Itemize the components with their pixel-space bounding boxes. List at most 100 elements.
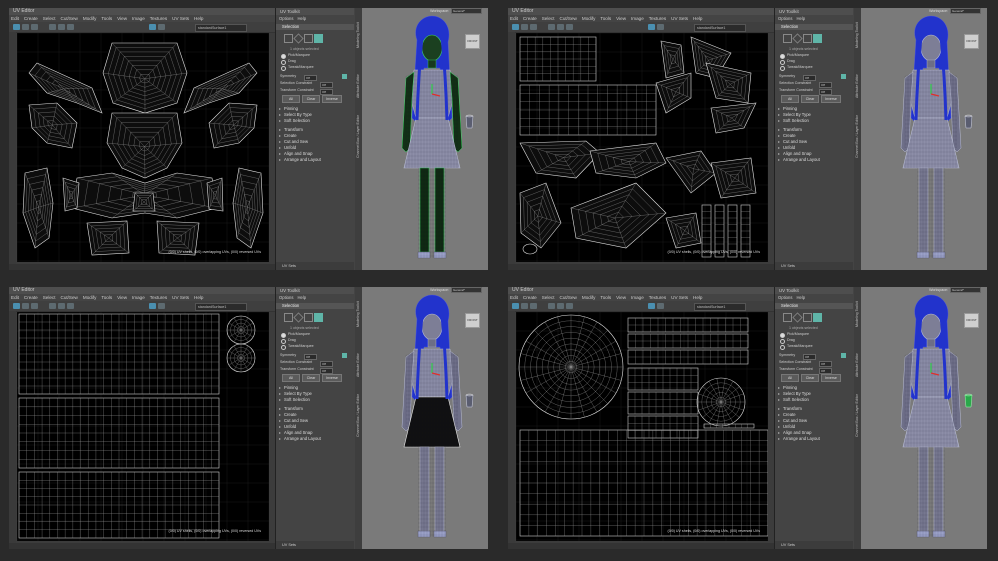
tweak-marquee-radio[interactable]: Tweak/Marquee — [276, 64, 354, 71]
3d-viewport[interactable]: Workspace: General* FRONT — [362, 287, 488, 549]
clear-selection-button[interactable]: Clear — [302, 374, 320, 382]
uv-toolbar-button[interactable] — [31, 24, 38, 30]
transform-constraint-row[interactable]: Transform Constraint Off — [775, 87, 853, 95]
uv-toolbar-button[interactable] — [31, 303, 38, 309]
uv-toolbar-button[interactable] — [22, 303, 29, 309]
uv-menu-item[interactable]: Help — [693, 16, 702, 21]
uv-menu-item[interactable]: Textures — [150, 295, 167, 300]
uv-viewport[interactable]: (0/0) UV shells, (0/0) overlapping UVs, … — [516, 312, 768, 541]
clear-selection-button[interactable]: Clear — [302, 95, 320, 103]
texture-dropdown[interactable]: standardSurface1 — [195, 303, 247, 311]
symmetry-row[interactable]: Symmetry Off — [276, 73, 354, 81]
uv-menu-item[interactable]: Create — [24, 295, 38, 300]
toolkit-menu-item[interactable]: Help — [796, 295, 805, 300]
uv-toolbar-button[interactable] — [149, 24, 156, 30]
toolkit-section-soft-selection[interactable]: Soft Selection — [775, 397, 853, 403]
uv-shell-mode-icon[interactable] — [314, 34, 323, 43]
uv-toolbar-button[interactable] — [557, 24, 564, 30]
uv-menu-item[interactable]: Edit — [510, 295, 518, 300]
texture-dropdown[interactable]: standardSurface1 — [195, 24, 247, 32]
uv-menu-item[interactable]: Modify — [83, 295, 97, 300]
uv-menu-item[interactable]: UV Sets — [671, 295, 688, 300]
uv-menu-item[interactable]: Image — [631, 16, 644, 21]
face-mode-icon[interactable] — [304, 313, 313, 322]
uv-toolbar-button[interactable] — [530, 24, 537, 30]
edge-mode-icon[interactable] — [293, 33, 304, 44]
transform-constraint-row[interactable]: Transform Constraint Off — [276, 87, 354, 95]
uv-menu-item[interactable]: UV Sets — [671, 16, 688, 21]
toolkit-menu-item[interactable]: Options — [279, 16, 293, 21]
toolkit-section-arrange-and-layout[interactable]: Arrange and Layout — [775, 157, 853, 163]
inverse-selection-button[interactable]: Inverse — [322, 95, 342, 103]
toolkit-menu-item[interactable]: Options — [279, 295, 293, 300]
selection-constraint-row[interactable]: Selection Constraint Off — [775, 80, 853, 88]
uv-sets-footer[interactable]: UV Sets — [276, 262, 354, 270]
inverse-selection-button[interactable]: Inverse — [821, 374, 841, 382]
uv-toolbar-button[interactable] — [657, 303, 664, 309]
side-tab[interactable]: Channel Box / Layer Editor — [356, 394, 360, 437]
vertex-mode-icon[interactable] — [284, 34, 293, 43]
uv-toolbar-button[interactable] — [149, 303, 156, 309]
uv-toolbar-button[interactable] — [58, 303, 65, 309]
uv-sets-footer[interactable]: UV Sets — [775, 262, 853, 270]
inverse-selection-button[interactable]: Inverse — [322, 374, 342, 382]
uv-menu-item[interactable]: Select — [43, 16, 56, 21]
toolkit-section-soft-selection[interactable]: Soft Selection — [276, 397, 354, 403]
uv-menu-item[interactable]: Select — [542, 16, 555, 21]
tweak-marquee-radio[interactable]: Tweak/Marquee — [276, 343, 354, 350]
uv-toolbar-button[interactable] — [648, 303, 655, 309]
uv-menu-item[interactable]: Create — [523, 295, 537, 300]
uv-sets-footer[interactable]: UV Sets — [276, 541, 354, 549]
uv-toolbar-button[interactable] — [648, 24, 655, 30]
uv-menu-item[interactable]: Create — [24, 16, 38, 21]
uv-menu-item[interactable]: View — [616, 295, 626, 300]
select-all-button[interactable]: All — [781, 374, 799, 382]
uv-viewport[interactable]: (0/0) UV shells, (0/0) overlapping UVs, … — [17, 33, 269, 262]
uv-menu-item[interactable]: Tools — [101, 16, 112, 21]
uv-menu-item[interactable]: Tools — [101, 295, 112, 300]
transform-constraint-row[interactable]: Transform Constraint Off — [276, 366, 354, 374]
uv-toolbar-button[interactable] — [566, 303, 573, 309]
uv-toolbar-button[interactable] — [530, 303, 537, 309]
uv-menu-item[interactable]: Help — [194, 16, 203, 21]
select-all-button[interactable]: All — [282, 95, 300, 103]
uv-menu-item[interactable]: Cut/Sew — [61, 16, 78, 21]
uv-toolbar-button[interactable] — [512, 24, 519, 30]
side-tab[interactable]: Attribute Editor — [356, 353, 360, 377]
uv-menu-item[interactable]: Help — [693, 295, 702, 300]
inverse-selection-button[interactable]: Inverse — [821, 95, 841, 103]
uv-menu-item[interactable]: Cut/Sew — [560, 16, 577, 21]
uv-toolbar-button[interactable] — [13, 303, 20, 309]
side-tab[interactable]: Modeling Toolkit — [356, 22, 360, 48]
uv-toolbar-button[interactable] — [22, 24, 29, 30]
uv-toolbar-button[interactable] — [13, 24, 20, 30]
transform-constraint-row[interactable]: Transform Constraint Off — [775, 366, 853, 374]
3d-viewport[interactable]: Workspace: General* FRONT — [861, 287, 987, 549]
uv-menu-item[interactable]: Edit — [11, 16, 19, 21]
uv-sets-footer[interactable]: UV Sets — [775, 541, 853, 549]
toolkit-section-arrange-and-layout[interactable]: Arrange and Layout — [276, 157, 354, 163]
face-mode-icon[interactable] — [803, 313, 812, 322]
side-tab[interactable]: Channel Box / Layer Editor — [855, 115, 859, 158]
uv-toolbar-button[interactable] — [512, 303, 519, 309]
uv-menu-item[interactable]: View — [616, 16, 626, 21]
symmetry-row[interactable]: Symmetry Off — [775, 352, 853, 360]
uv-toolbar-button[interactable] — [566, 24, 573, 30]
uv-menu-item[interactable]: Image — [631, 295, 644, 300]
uv-toolbar-button[interactable] — [158, 303, 165, 309]
uv-menu-item[interactable]: Select — [43, 295, 56, 300]
side-tab[interactable]: Modeling Toolkit — [356, 301, 360, 327]
toolkit-menu-item[interactable]: Options — [778, 16, 792, 21]
uv-menu-item[interactable]: Cut/Sew — [560, 295, 577, 300]
toolkit-section-arrange-and-layout[interactable]: Arrange and Layout — [775, 436, 853, 442]
uv-toolbar-button[interactable] — [67, 24, 74, 30]
uv-menu-item[interactable]: Select — [542, 295, 555, 300]
uv-menu-item[interactable]: Edit — [11, 295, 19, 300]
uv-toolbar-button[interactable] — [49, 24, 56, 30]
face-mode-icon[interactable] — [304, 34, 313, 43]
clear-selection-button[interactable]: Clear — [801, 95, 819, 103]
toolkit-section-arrange-and-layout[interactable]: Arrange and Layout — [276, 436, 354, 442]
tweak-marquee-radio[interactable]: Tweak/Marquee — [775, 343, 853, 350]
symmetry-row[interactable]: Symmetry Off — [276, 352, 354, 360]
side-tab[interactable]: Modeling Toolkit — [855, 301, 859, 327]
